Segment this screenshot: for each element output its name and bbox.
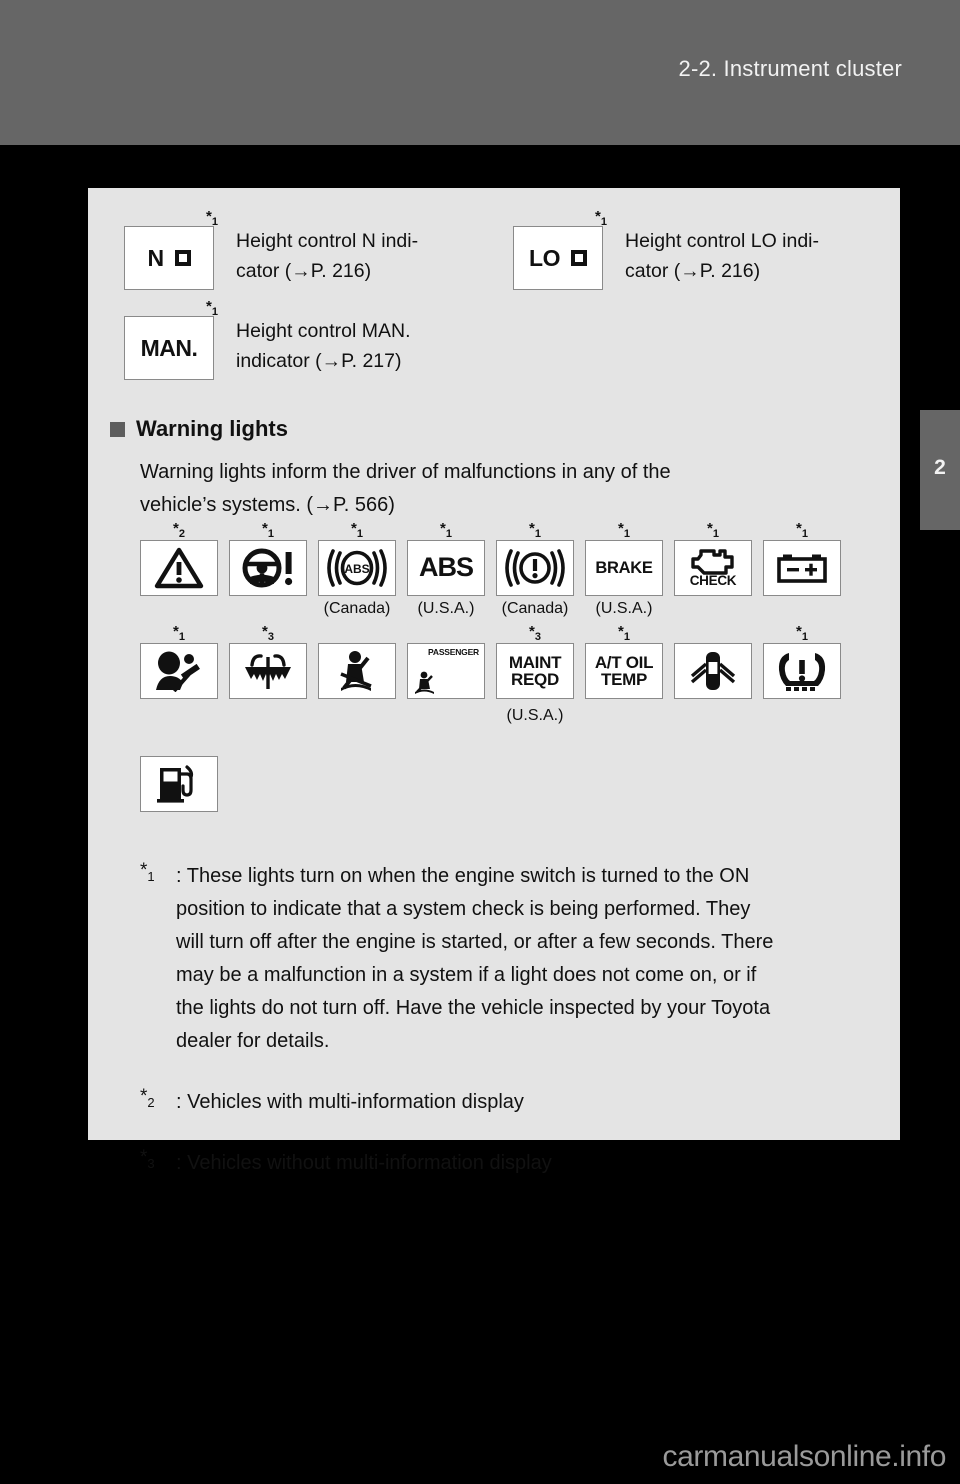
warning-light-cell: PASSENGER — [407, 643, 485, 699]
svg-text:ABS: ABS — [344, 562, 369, 576]
content-panel: *1 N Height control N indi- cator (→P. 2… — [88, 188, 900, 1174]
warning-light-cell — [674, 643, 752, 699]
warning-light-cell: *1 A/T OIL TEMP — [585, 623, 663, 699]
warning-lights-intro: Warning lights inform the driver of malf… — [140, 456, 870, 522]
region-label: (Canada) — [323, 600, 391, 617]
at-oil-temp-icon: A/T OIL TEMP — [585, 643, 663, 699]
warning-light-cell — [318, 643, 396, 699]
icon-label: CHECK — [689, 572, 737, 588]
warning-light-cell: *1 CHECK — [674, 520, 752, 596]
brake-text-icon: BRAKE — [585, 540, 663, 596]
warning-light-cell: *3 MAINT REQD (U.S.A.) — [496, 623, 574, 724]
abs-circle-icon: ABS — [318, 540, 396, 596]
passenger-airbag-icon: PASSENGER — [407, 643, 485, 699]
footnote-2: *2 : Vehicles with multi-information dis… — [140, 1086, 880, 1119]
tire-pressure-icon — [763, 643, 841, 699]
low-fuel-icon — [140, 756, 218, 812]
footnote-marker: *1 — [796, 520, 808, 540]
door-open-icon — [674, 643, 752, 699]
icon-label-line-2: REQD — [511, 670, 559, 689]
region-label: (U.S.A.) — [595, 600, 653, 617]
warning-light-cell: *1 — [140, 623, 218, 699]
warning-light-cell: *1 ABS (U.S.A.) — [407, 520, 485, 617]
chapter-tab-number: 2 — [934, 456, 946, 479]
site-watermark: carmanualsonline.info — [662, 1440, 947, 1473]
srs-airbag-icon — [140, 643, 218, 699]
page-header-bar: 2-2. Instrument cluster — [0, 0, 960, 145]
intro-line-2: vehicle’s systems. (→P. 566) — [140, 494, 395, 516]
region-label: (U.S.A.) — [506, 707, 564, 724]
footnote-marker: *2 — [173, 520, 185, 540]
warning-light-cell: *1 (Canada) — [496, 520, 574, 617]
warning-light-cell — [140, 756, 218, 812]
footnote-text: : These lights turn on when the engine s… — [176, 860, 880, 1058]
footnote-marker: *1 — [440, 520, 452, 540]
battery-icon — [763, 540, 841, 596]
footnote-marker: *3 — [140, 1147, 155, 1171]
warning-light-cell: *1 ABS (Canada) — [318, 520, 396, 617]
region-label: (U.S.A.) — [417, 600, 475, 617]
footnote-line: position to indicate that a system check… — [176, 898, 751, 920]
footnote-marker: *3 — [262, 623, 274, 643]
footnote-line: dealer for details. — [176, 1030, 330, 1052]
intro-line-1: Warning lights inform the driver of malf… — [140, 461, 671, 483]
footnote-line: : These lights turn on when the engine s… — [176, 865, 750, 887]
footnote-marker: *2 — [140, 1086, 155, 1110]
engine-check-icon: CHECK — [674, 540, 752, 596]
warning-light-cell: *1 — [763, 520, 841, 596]
warning-light-cell: *2 — [140, 520, 218, 596]
footnote-line: the lights do not turn off. Have the veh… — [176, 997, 771, 1019]
footnote-1: *1 : These lights turn on when the engin… — [140, 860, 880, 1058]
footnote-marker: *1 — [618, 520, 630, 540]
footnote-text: : Vehicles without multi-information dis… — [176, 1152, 552, 1174]
warning-light-cell: *1 — [763, 623, 841, 699]
footnotes-block: *1 : These lights turn on when the engin… — [140, 188, 880, 1174]
footnote-line: may be a malfunction in a system if a li… — [176, 964, 757, 986]
footnote-marker: *1 — [140, 860, 155, 884]
square-bullet-icon — [110, 421, 125, 437]
footnote-text: : Vehicles with multi-information displa… — [176, 1091, 524, 1113]
icon-label: BRAKE — [595, 558, 653, 577]
footnote-marker: *1 — [707, 520, 719, 540]
warning-triangle-icon — [140, 540, 218, 596]
footnote-marker: *1 — [529, 520, 541, 540]
maint-reqd-icon: MAINT REQD — [496, 643, 574, 699]
page-header-title: 2-2. Instrument cluster — [678, 56, 902, 81]
footnote-marker: *3 — [529, 623, 541, 643]
seat-belt-reminder-icon — [318, 643, 396, 699]
footnote-marker: *1 — [351, 520, 363, 540]
icon-label: PASSENGER — [428, 647, 479, 657]
washer-fluid-icon — [229, 643, 307, 699]
power-steering-icon — [229, 540, 307, 596]
icon-label: ABS — [418, 552, 474, 583]
footnote-line: will turn off after the engine is starte… — [176, 931, 774, 953]
footnote-3: *3 : Vehicles without multi-information … — [140, 1147, 880, 1180]
chapter-tab: 2 — [920, 410, 960, 530]
footnote-marker: *1 — [796, 623, 808, 643]
abs-text-icon: ABS — [407, 540, 485, 596]
brake-circle-icon — [496, 540, 574, 596]
manual-page: 2-2. Instrument cluster 2 *1 N Height co… — [0, 0, 960, 1484]
footnote-marker: *1 — [262, 520, 274, 540]
icon-label-line-1: A/T OIL — [594, 652, 654, 672]
warning-light-cell: *1 BRAKE (U.S.A.) — [585, 520, 663, 617]
footnote-marker: *1 — [618, 623, 630, 643]
warning-light-cell: *1 — [229, 520, 307, 596]
icon-label-line-2: TEMP — [600, 670, 648, 689]
footnote-marker: *1 — [173, 623, 185, 643]
icon-label-line-1: MAINT — [508, 652, 562, 672]
warning-light-cell: *3 — [229, 623, 307, 699]
region-label: (Canada) — [501, 600, 569, 617]
